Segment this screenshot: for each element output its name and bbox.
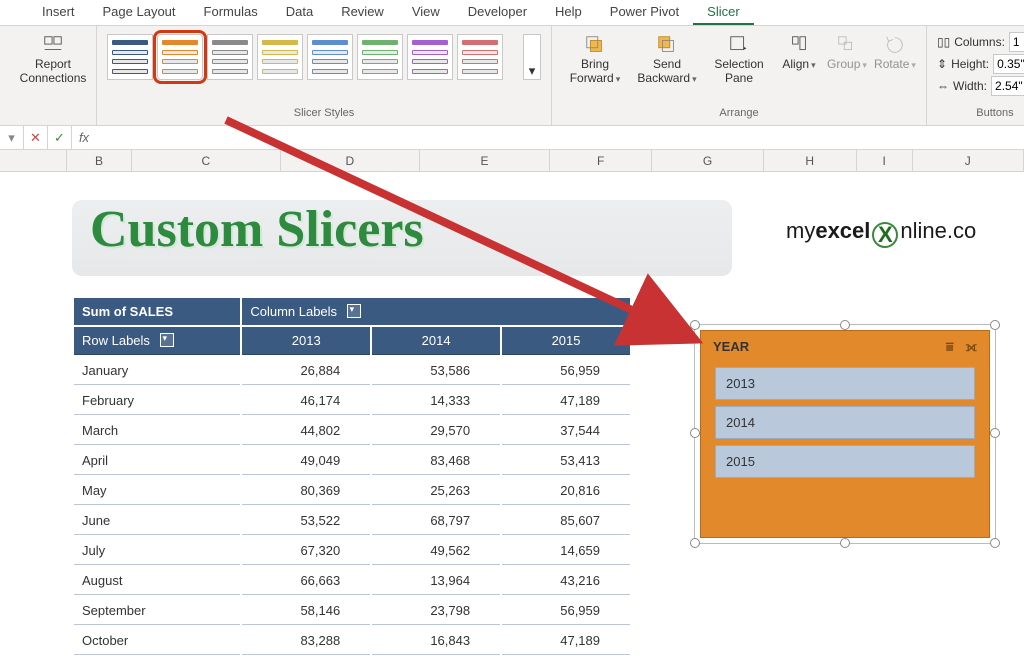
align-button[interactable]: Align bbox=[778, 30, 820, 72]
multi-select-icon[interactable]: ⩸ bbox=[946, 339, 954, 355]
columns-icon: ▯▯ bbox=[937, 35, 950, 49]
slicer-style-1[interactable] bbox=[157, 34, 203, 80]
cancel-icon[interactable]: ✕ bbox=[24, 126, 48, 149]
selection-pane-icon bbox=[728, 34, 750, 56]
sum-label: Sum of SALES bbox=[82, 304, 173, 319]
columns-field: ▯▯ Columns: bbox=[937, 32, 1024, 52]
align-icon bbox=[788, 34, 810, 56]
column-header-H[interactable]: H bbox=[764, 150, 857, 171]
selection-pane-button[interactable]: Selection Pane bbox=[706, 30, 772, 86]
column-header-J[interactable]: J bbox=[913, 150, 1024, 171]
columns-input[interactable] bbox=[1009, 32, 1024, 52]
table-row: September58,14623,79856,959 bbox=[74, 597, 630, 625]
slicer-item-2015[interactable]: 2015 bbox=[715, 445, 975, 478]
slicer-style-3[interactable] bbox=[257, 34, 303, 80]
width-icon: ⇔ bbox=[937, 79, 949, 93]
clear-filter-icon[interactable]: ⟗ bbox=[966, 339, 977, 355]
table-row: July67,32049,56214,659 bbox=[74, 537, 630, 565]
logo: myexcelXnline.co bbox=[786, 218, 976, 248]
height-input[interactable] bbox=[993, 54, 1024, 74]
resize-handle[interactable] bbox=[840, 538, 850, 548]
group-buttons: ▯▯ Columns: ⇕ Height: ⇔ Width: Buttons bbox=[927, 26, 1024, 125]
tab-data[interactable]: Data bbox=[272, 0, 327, 25]
rotate-button: Rotate bbox=[874, 30, 916, 72]
selection-pane-label: Selection Pane bbox=[706, 58, 772, 86]
slicer-style-gallery[interactable] bbox=[107, 30, 517, 80]
logo-x-icon: X bbox=[872, 222, 898, 248]
group-button: Group bbox=[826, 30, 868, 72]
slicer-item-2013[interactable]: 2013 bbox=[715, 367, 975, 400]
rotate-label: Rotate bbox=[874, 58, 916, 72]
align-label: Align bbox=[782, 58, 815, 72]
tab-view[interactable]: View bbox=[398, 0, 454, 25]
send-backward-label: Send Backward bbox=[634, 58, 700, 86]
table-row: March44,80229,57037,544 bbox=[74, 417, 630, 445]
row-labels-dropdown[interactable] bbox=[160, 333, 174, 347]
table-row: April49,04983,46853,413 bbox=[74, 447, 630, 475]
table-row: June53,52268,79785,607 bbox=[74, 507, 630, 535]
slicer-style-2[interactable] bbox=[207, 34, 253, 80]
height-label: Height: bbox=[951, 57, 989, 71]
rotate-icon bbox=[884, 34, 906, 56]
table-row: February46,17414,33347,189 bbox=[74, 387, 630, 415]
slicer-header: YEAR ⩸ ⟗ bbox=[701, 331, 989, 361]
resize-handle[interactable] bbox=[840, 320, 850, 330]
height-icon: ⇕ bbox=[937, 57, 947, 71]
send-backward-button[interactable]: Send Backward bbox=[634, 30, 700, 86]
tab-slicer[interactable]: Slicer bbox=[693, 0, 754, 25]
year-slicer[interactable]: YEAR ⩸ ⟗ 2013 2014 2015 bbox=[700, 330, 990, 538]
resize-handle[interactable] bbox=[690, 538, 700, 548]
columns-label: Columns: bbox=[954, 35, 1005, 49]
tab-developer[interactable]: Developer bbox=[454, 0, 541, 25]
bring-forward-button[interactable]: Bring Forward bbox=[562, 30, 628, 86]
tab-help[interactable]: Help bbox=[541, 0, 596, 25]
buttons-group-label: Buttons bbox=[976, 107, 1013, 125]
slicer-style-0[interactable] bbox=[107, 34, 153, 80]
group-icon bbox=[836, 34, 858, 56]
send-backward-icon bbox=[656, 34, 678, 56]
chevron-down-icon: ▾ bbox=[529, 63, 536, 79]
bring-forward-icon bbox=[584, 34, 606, 56]
report-connections-icon bbox=[42, 34, 64, 56]
slicer-style-4[interactable] bbox=[307, 34, 353, 80]
table-row: August66,66313,96443,216 bbox=[74, 567, 630, 595]
resize-handle[interactable] bbox=[990, 428, 1000, 438]
tab-page-layout[interactable]: Page Layout bbox=[89, 0, 190, 25]
name-box-dropdown[interactable]: ▾ bbox=[0, 126, 24, 149]
column-header-B[interactable]: B bbox=[67, 150, 132, 171]
logo-excel: excel bbox=[815, 218, 870, 243]
table-row: October83,28816,84347,189 bbox=[74, 627, 630, 655]
logo-online: nline.co bbox=[900, 218, 976, 243]
width-field: ⇔ Width: bbox=[937, 76, 1024, 96]
slicer-style-6[interactable] bbox=[407, 34, 453, 80]
gallery-more-button[interactable]: ▾ bbox=[523, 34, 541, 80]
resize-handle[interactable] bbox=[990, 538, 1000, 548]
resize-handle[interactable] bbox=[690, 428, 700, 438]
slicer-item-2014[interactable]: 2014 bbox=[715, 406, 975, 439]
tab-formulas[interactable]: Formulas bbox=[190, 0, 272, 25]
column-header-I[interactable]: I bbox=[857, 150, 913, 171]
width-input[interactable] bbox=[991, 76, 1024, 96]
group-slicer: Report Connections bbox=[10, 26, 97, 125]
width-label: Width: bbox=[953, 79, 987, 93]
resize-handle[interactable] bbox=[990, 320, 1000, 330]
report-connections-button[interactable]: Report Connections bbox=[20, 30, 86, 86]
slicer-style-5[interactable] bbox=[357, 34, 403, 80]
tab-insert[interactable]: Insert bbox=[28, 0, 89, 25]
height-field: ⇕ Height: bbox=[937, 54, 1024, 74]
logo-my: my bbox=[786, 218, 815, 243]
tab-review[interactable]: Review bbox=[327, 0, 398, 25]
table-row: May80,36925,26320,816 bbox=[74, 477, 630, 505]
tab-power-pivot[interactable]: Power Pivot bbox=[596, 0, 693, 25]
enter-icon[interactable]: ✓ bbox=[48, 126, 72, 149]
ribbon-tabs: InsertPage LayoutFormulasDataReviewViewD… bbox=[0, 0, 1024, 26]
bring-forward-label: Bring Forward bbox=[562, 58, 628, 86]
group-label: Group bbox=[827, 58, 867, 72]
report-connections-label: Report Connections bbox=[20, 58, 87, 86]
slicer-style-7[interactable] bbox=[457, 34, 503, 80]
annotation-arrow bbox=[216, 110, 736, 370]
fx-icon[interactable]: fx bbox=[72, 130, 96, 145]
